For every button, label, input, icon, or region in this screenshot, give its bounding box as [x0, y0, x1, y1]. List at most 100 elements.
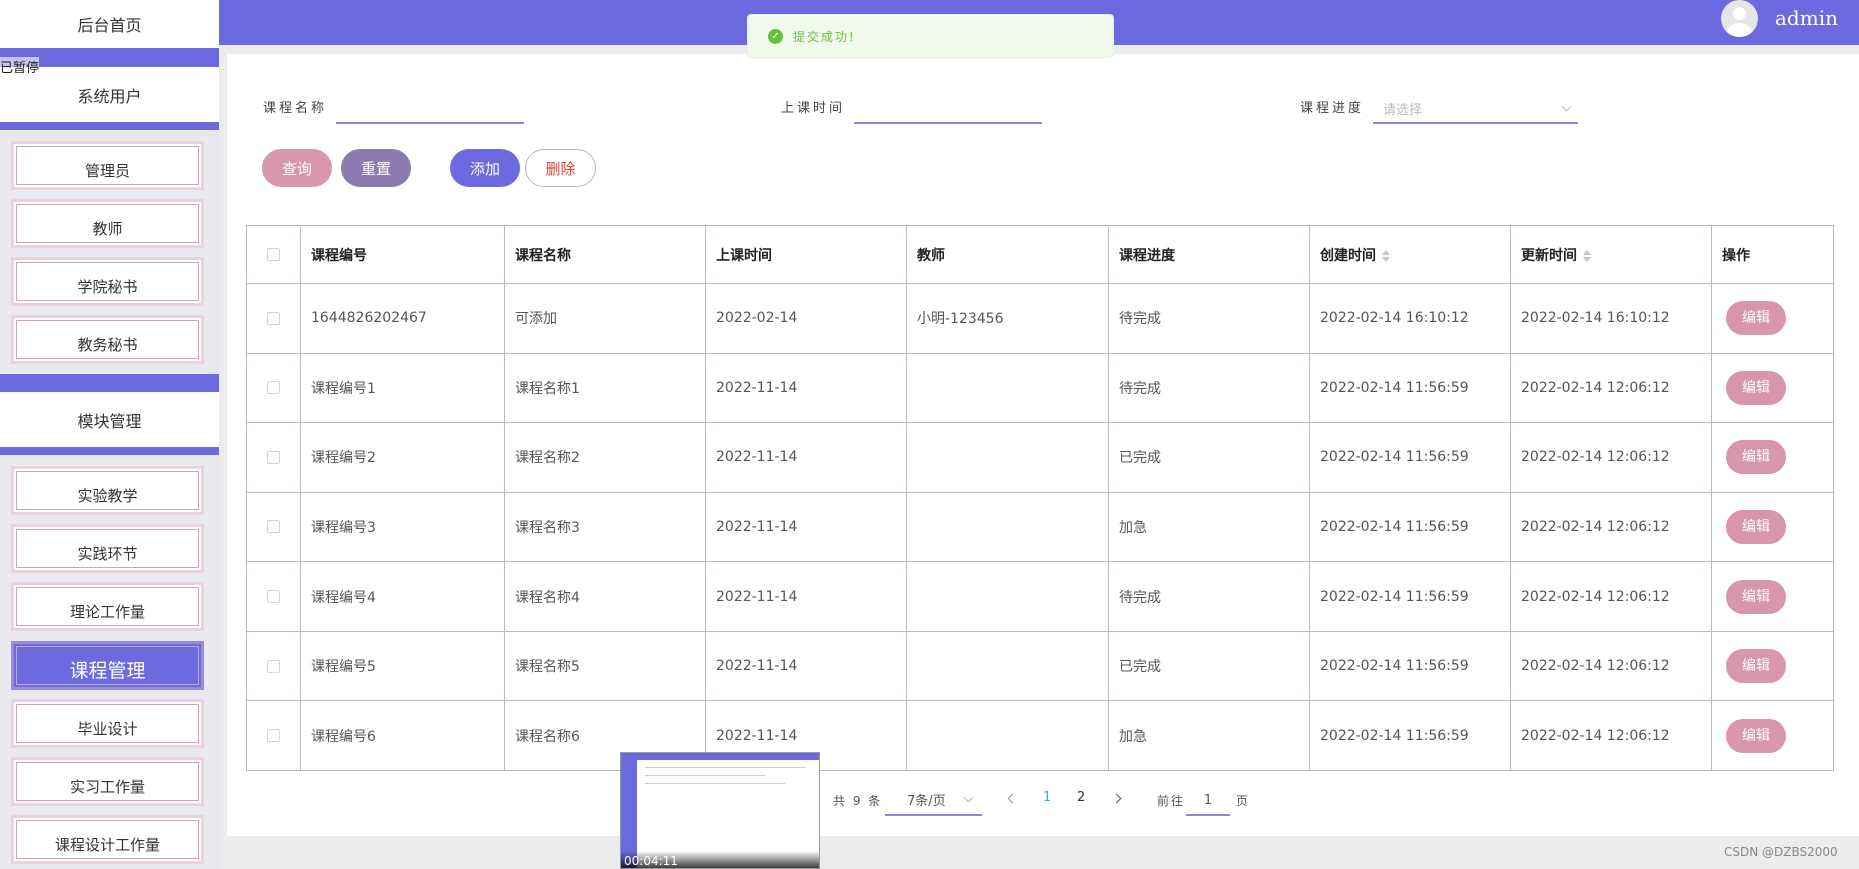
cell-created-at: 2022-02-14 11:56:59	[1309, 561, 1511, 632]
sidebar-item-academic-secretary[interactable]: 教务秘书	[11, 315, 204, 364]
cell-teacher	[906, 700, 1109, 771]
edit-button[interactable]: 编辑	[1726, 579, 1786, 614]
course-name-input[interactable]	[336, 94, 524, 124]
page-size-select[interactable]: 7条/页	[885, 784, 982, 816]
thumb-line	[645, 767, 805, 768]
row-select-cell[interactable]	[246, 630, 301, 702]
cell-actions: 编辑	[1711, 283, 1834, 354]
row-select-cell[interactable]	[246, 561, 301, 632]
row-checkbox[interactable]	[267, 659, 280, 673]
cell-actions: 编辑	[1711, 491, 1834, 563]
cell-class-time: 2022-11-14	[705, 422, 907, 493]
cell-teacher: 小明-123456	[906, 283, 1109, 354]
sidebar-divider	[0, 447, 219, 455]
row-checkbox[interactable]	[267, 450, 280, 464]
table-row: 课程编号5 课程名称5 2022-11-14 已完成 2022-02-14 11:56:…	[246, 630, 1834, 702]
col-header-label: 更新时间	[1521, 247, 1577, 264]
cell-class-time: 2022-11-14	[705, 630, 907, 702]
cell-updated-at: 2022-02-14 12:06:12	[1510, 491, 1712, 563]
reset-button[interactable]: 重置	[341, 149, 411, 187]
video-preview-thumbnail[interactable]: 00:04:11	[620, 752, 820, 869]
cell-course-id: 课程编号4	[300, 561, 505, 632]
cell-created-at: 2022-02-14 16:10:12	[1309, 283, 1511, 354]
cell-created-at: 2022-02-14 11:56:59	[1309, 491, 1511, 563]
col-header-sortable[interactable]: 更新时间	[1510, 225, 1712, 284]
sidebar-item-internship-workload[interactable]: 实习工作量	[11, 757, 204, 806]
cell-course-name: 课程名称2	[504, 422, 706, 493]
cell-updated-at: 2022-02-14 16:10:12	[1510, 283, 1712, 354]
row-select-cell[interactable]	[246, 283, 301, 354]
cell-course-name: 课程名称4	[504, 561, 706, 632]
row-select-cell[interactable]	[246, 422, 301, 493]
row-checkbox[interactable]	[267, 381, 280, 395]
cell-actions: 编辑	[1711, 352, 1834, 424]
sidebar-item-practice[interactable]: 实践环节	[11, 524, 204, 573]
row-select-cell[interactable]	[246, 700, 301, 771]
course-table: 课程编号 课程名称 上课时间 教师 课程进度 创建时间 更新时间 操作 1644…	[246, 225, 1834, 771]
edit-button[interactable]: 编辑	[1726, 370, 1786, 405]
cell-course-id: 课程编号2	[300, 422, 505, 493]
cell-updated-at: 2022-02-14 12:06:12	[1510, 352, 1712, 424]
col-header-sortable[interactable]: 创建时间	[1309, 225, 1511, 284]
query-button[interactable]: 查询	[262, 149, 332, 187]
sidebar-item-teacher[interactable]: 教师	[11, 199, 204, 248]
table-row: 课程编号4 课程名称4 2022-11-14 待完成 2022-02-14 11:56:…	[246, 561, 1834, 632]
sidebar-item-course-design-workload[interactable]: 课程设计工作量	[11, 815, 204, 864]
sidebar-item-course-mgmt[interactable]: 课程管理	[11, 641, 204, 690]
page-number-current[interactable]: 1	[1043, 790, 1051, 805]
row-checkbox[interactable]	[267, 729, 280, 743]
row-checkbox[interactable]	[267, 590, 280, 604]
row-checkbox[interactable]	[267, 311, 280, 325]
cell-course-id: 课程编号1	[300, 352, 505, 424]
select-all-cell[interactable]	[246, 225, 301, 284]
edit-button[interactable]: 编辑	[1726, 718, 1786, 753]
row-checkbox[interactable]	[267, 520, 280, 534]
cell-updated-at: 2022-02-14 12:06:12	[1510, 422, 1712, 493]
class-time-label: 上课时间	[781, 101, 846, 116]
col-header-label: 创建时间	[1320, 247, 1376, 264]
cell-teacher	[906, 561, 1109, 632]
select-all-checkbox[interactable]	[267, 248, 280, 261]
cell-course-name: 课程名称1	[504, 352, 706, 424]
delete-button[interactable]: 删除	[525, 149, 596, 187]
progress-label: 课程进度	[1300, 101, 1365, 116]
cell-course-id: 1644826202467	[300, 283, 505, 354]
edit-button[interactable]: 编辑	[1726, 509, 1786, 544]
progress-select[interactable]: 请选择	[1373, 94, 1578, 124]
pagination-total: 共 9 条	[833, 794, 883, 808]
edit-button[interactable]: 编辑	[1726, 649, 1786, 684]
goto-page-input[interactable]: 1	[1186, 786, 1230, 816]
sort-icon[interactable]	[1583, 249, 1591, 262]
sidebar: 后台首页 系统用户 管理员 教师 学院秘书 教务秘书 模块管理 实验教学 实践环…	[0, 0, 219, 869]
cell-progress: 已完成	[1108, 630, 1310, 702]
edit-button[interactable]: 编辑	[1726, 440, 1786, 475]
sidebar-home[interactable]: 后台首页	[0, 0, 219, 48]
cell-course-id: 课程编号6	[300, 700, 505, 771]
sidebar-item-admin[interactable]: 管理员	[11, 141, 204, 190]
sort-icon[interactable]	[1382, 249, 1390, 262]
avatar[interactable]	[1721, 0, 1758, 37]
sidebar-item-graduation-design[interactable]: 毕业设计	[11, 699, 204, 748]
cell-progress: 待完成	[1108, 352, 1310, 424]
page-number[interactable]: 2	[1077, 790, 1085, 805]
chevron-down-icon	[963, 792, 974, 802]
edit-button[interactable]: 编辑	[1726, 301, 1786, 336]
check-circle-icon: ✓	[768, 28, 783, 44]
table-row: 课程编号3 课程名称3 2022-11-14 加急 2022-02-14 11:56:5…	[246, 491, 1834, 563]
class-time-input[interactable]	[854, 94, 1042, 124]
sidebar-group-module-mgmt[interactable]: 模块管理	[0, 392, 219, 447]
row-select-cell[interactable]	[246, 491, 301, 563]
cell-course-id: 课程编号5	[300, 630, 505, 702]
sidebar-item-theory-workload[interactable]: 理论工作量	[11, 582, 204, 631]
cell-class-time: 2022-11-14	[705, 491, 907, 563]
cell-updated-at: 2022-02-14 12:06:12	[1510, 630, 1712, 702]
cell-course-name: 课程名称3	[504, 491, 706, 563]
video-timestamp: 00:04:11	[624, 854, 678, 868]
username[interactable]: admin	[1775, 6, 1838, 30]
cell-created-at: 2022-02-14 11:56:59	[1309, 630, 1511, 702]
sidebar-item-lab-teaching[interactable]: 实验教学	[11, 466, 204, 515]
add-button[interactable]: 添加	[450, 149, 520, 187]
sidebar-item-college-secretary[interactable]: 学院秘书	[11, 257, 204, 306]
cell-progress: 加急	[1108, 491, 1310, 563]
row-select-cell[interactable]	[246, 352, 301, 424]
